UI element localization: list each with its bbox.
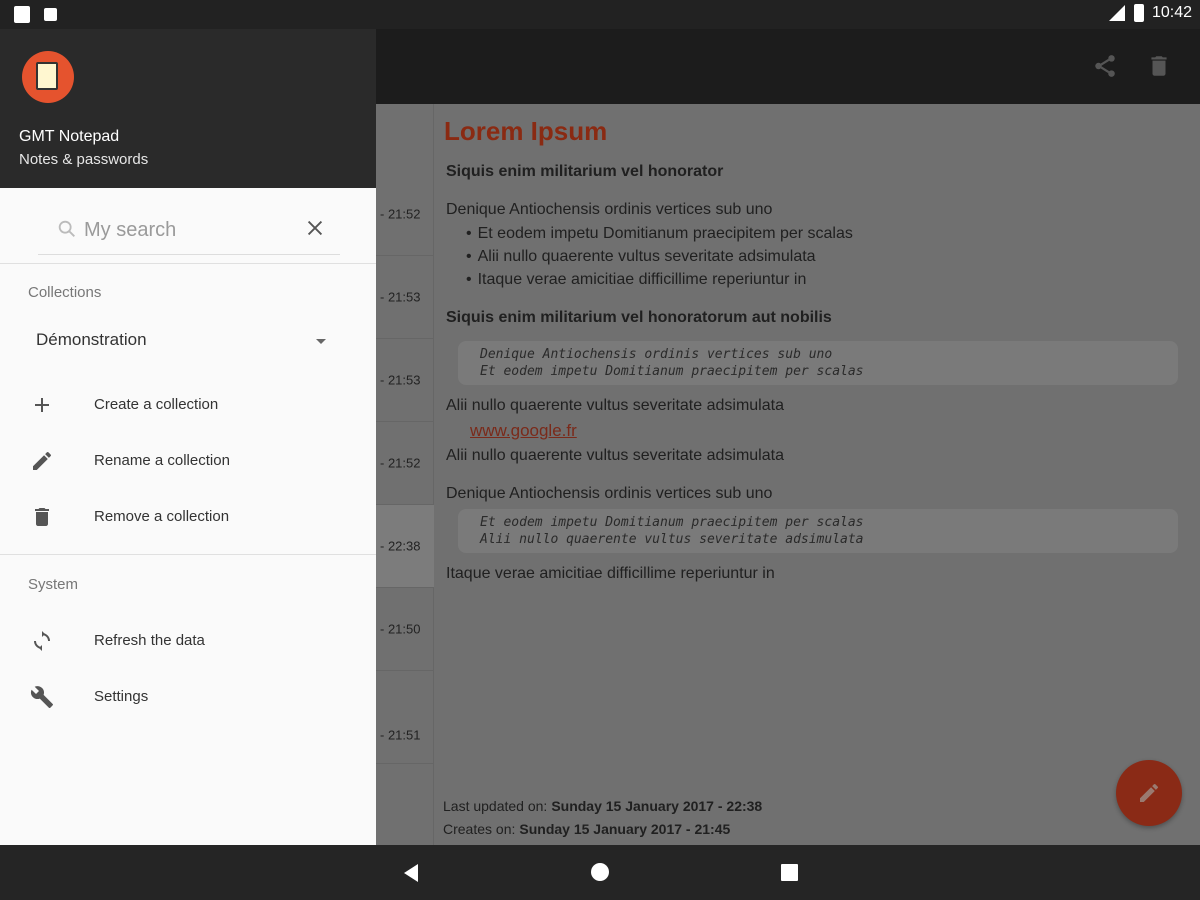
rename-collection-button[interactable]: Rename a collection <box>0 433 376 489</box>
divider <box>0 554 376 555</box>
search-icon <box>58 220 75 237</box>
note-paragraph: Alii nullo quaerente vultus severitate a… <box>446 447 784 464</box>
note-bullet-list: Et eodem impetu Domitianum praecipitem p… <box>466 225 1184 289</box>
created-label: Creates on: <box>443 821 516 837</box>
list-item-selected[interactable]: - 22:38 <box>376 505 434 588</box>
last-updated-value: Sunday 15 January 2017 - 22:38 <box>551 798 763 814</box>
navigation-drawer: GMT Notepad Notes & passwords My search … <box>0 29 376 845</box>
list-item-time: - 21:53 <box>380 372 421 388</box>
back-icon[interactable] <box>402 863 420 883</box>
code-block: Et eodem impetu Domitianum praecipitem p… <box>458 509 1178 553</box>
collection-select[interactable]: Démonstration <box>36 330 332 356</box>
note-paragraph: Alii nullo quaerente vultus severitate a… <box>446 397 784 414</box>
create-collection-label: Create a collection <box>94 396 219 413</box>
note-heading: Siquis enim militarium vel honorator <box>446 163 724 180</box>
create-collection-button[interactable]: Create a collection <box>0 377 376 433</box>
signal-icon <box>1108 5 1125 21</box>
notification-icon <box>14 6 30 23</box>
system-navigation-bar <box>0 845 1200 900</box>
list-item[interactable]: - 21:50 <box>376 588 434 671</box>
app-subtitle: Notes & passwords <box>19 151 149 168</box>
code-line: Et eodem impetu Domitianum praecipitem p… <box>480 364 864 379</box>
note-body: Lorem Ipsum Siquis enim militarium vel h… <box>444 116 1184 589</box>
recents-icon[interactable] <box>780 863 799 882</box>
refresh-icon <box>34 631 50 651</box>
note-paragraph: Itaque verae amicitiae difficillime repe… <box>446 565 775 582</box>
pencil-icon <box>1140 783 1159 802</box>
refresh-data-button[interactable]: Refresh the data <box>0 613 376 669</box>
search-input[interactable]: My search <box>84 219 176 242</box>
list-item-time: - 21:52 <box>380 455 421 471</box>
remove-collection-button[interactable]: Remove a collection <box>0 489 376 545</box>
app-bar <box>376 29 1200 104</box>
note-heading: Siquis enim militarium vel honoratorum a… <box>446 309 832 326</box>
note-list: - 21:52 - 21:53 - 21:53 - 21:52 - 22:38 … <box>376 104 434 845</box>
collections-section-label: Collections <box>28 284 102 301</box>
note-paragraph: Denique Antiochensis ordinis vertices su… <box>446 485 773 502</box>
system-section-label: System <box>28 576 79 593</box>
collection-select-value: Démonstration <box>36 330 147 349</box>
list-item-time: - 21:52 <box>380 206 421 222</box>
close-icon[interactable] <box>304 217 326 239</box>
battery-icon <box>1133 4 1144 22</box>
code-line: Alii nullo quaerente vultus severitate a… <box>480 532 864 547</box>
code-line: Denique Antiochensis ordinis vertices su… <box>480 347 833 362</box>
remove-collection-label: Remove a collection <box>94 508 230 525</box>
home-icon[interactable] <box>590 862 610 882</box>
list-item-time: - 21:51 <box>380 727 421 743</box>
list-item-time: - 22:38 <box>380 538 421 554</box>
note-metadata: Last updated on: Sunday 15 January 2017 -… <box>443 795 762 841</box>
list-item[interactable]: - 21:52 <box>376 173 434 256</box>
note-paragraph: Denique Antiochensis ordinis vertices su… <box>446 201 773 218</box>
list-item: Alii nullo quaerente vultus severitate a… <box>466 248 1184 266</box>
delete-icon[interactable] <box>1146 53 1172 79</box>
search-field[interactable]: My search <box>38 205 340 255</box>
list-item-time: - 21:50 <box>380 621 421 637</box>
last-updated-label: Last updated on: <box>443 798 548 814</box>
drawer-header: GMT Notepad Notes & passwords <box>0 29 376 188</box>
note-content-area: - 21:52 - 21:53 - 21:53 - 21:52 - 22:38 … <box>376 104 1200 845</box>
wrench-icon <box>30 686 53 708</box>
note-link[interactable]: www.google.fr <box>470 421 1184 441</box>
note-title: Lorem Ipsum <box>444 116 608 146</box>
settings-button[interactable]: Settings <box>0 669 376 725</box>
list-item: Et eodem impetu Domitianum praecipitem p… <box>466 225 1184 243</box>
settings-label: Settings <box>94 688 149 705</box>
list-item[interactable]: - 21:53 <box>376 256 434 339</box>
list-item[interactable]: - 21:51 <box>376 671 434 764</box>
list-item-time: - 21:53 <box>380 289 421 305</box>
divider <box>0 263 376 264</box>
pencil-icon <box>33 451 52 470</box>
code-line: Et eodem impetu Domitianum praecipitem p… <box>480 515 864 530</box>
app-name: GMT Notepad <box>19 128 120 145</box>
list-item: Itaque verae amicitiae difficillime repe… <box>466 271 1184 289</box>
code-block: Denique Antiochensis ordinis vertices su… <box>458 341 1178 385</box>
status-bar: 10:42 <box>0 0 1200 29</box>
refresh-data-label: Refresh the data <box>94 632 205 649</box>
list-item[interactable]: - 21:52 <box>376 422 434 505</box>
clock: 10:42 <box>1151 4 1192 21</box>
rename-collection-label: Rename a collection <box>94 452 230 469</box>
app-logo <box>22 51 74 103</box>
created-value: Sunday 15 January 2017 - 21:45 <box>519 821 731 837</box>
share-icon[interactable] <box>1092 53 1118 79</box>
app-notification-icon <box>44 8 57 21</box>
plus-icon <box>35 398 49 412</box>
list-item[interactable]: - 21:53 <box>376 339 434 422</box>
edit-note-button[interactable] <box>1116 760 1182 826</box>
chevron-down-icon <box>316 339 326 344</box>
trash-icon <box>35 508 49 526</box>
